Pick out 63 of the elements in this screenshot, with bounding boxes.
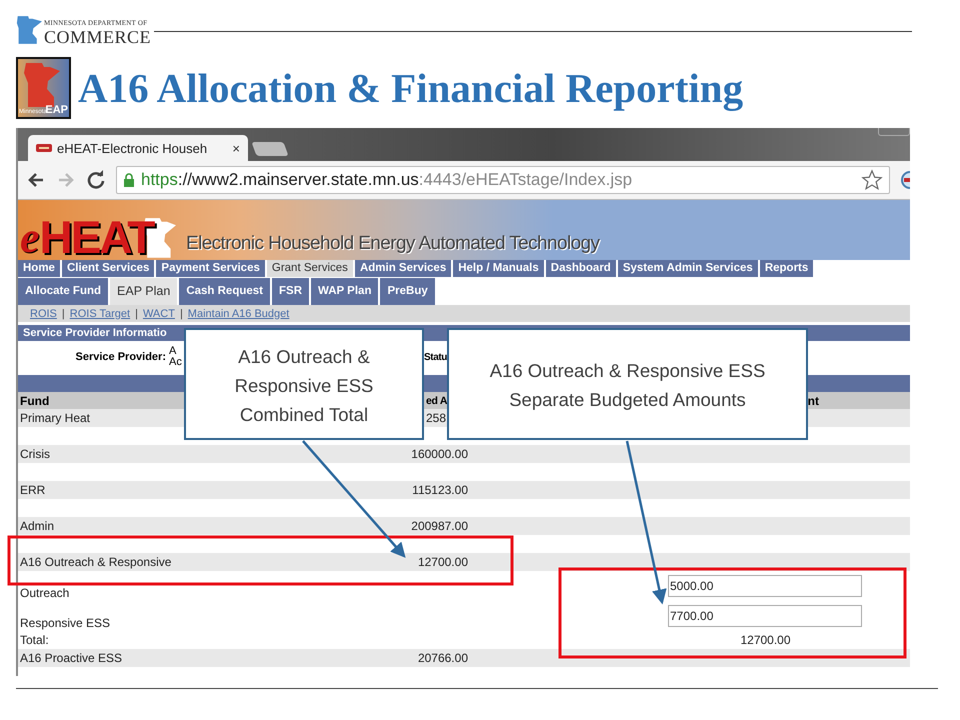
nav-tab[interactable]: Reports bbox=[760, 260, 814, 277]
favicon-icon bbox=[36, 144, 52, 152]
table-cell: 12700.00 bbox=[740, 633, 791, 647]
nav-tab[interactable]: Payment Services bbox=[156, 260, 265, 277]
input-field[interactable]: 5000.00 bbox=[668, 575, 862, 597]
table-cell: Crisis bbox=[20, 447, 50, 461]
subnav-tab[interactable]: FSR bbox=[272, 278, 309, 305]
table-cell: 258 bbox=[426, 411, 446, 425]
table-cell: Admin bbox=[20, 519, 54, 533]
table-cell: 20766.00 bbox=[418, 651, 468, 665]
site-tagline: Electronic Household Energy Automated Technology bbox=[186, 233, 600, 255]
subnav-tab[interactable]: EAP Plan bbox=[110, 278, 178, 305]
link-separator: | bbox=[135, 308, 138, 320]
nav-tab[interactable]: Grant Services bbox=[266, 260, 353, 277]
nav-tab[interactable]: Dashboard bbox=[546, 260, 616, 277]
page-link[interactable]: Maintain A16 Budget bbox=[188, 308, 290, 320]
new-tab-button[interactable] bbox=[251, 142, 289, 156]
field-value: A bbox=[169, 346, 176, 357]
table-cell: 115123.00 bbox=[412, 483, 468, 497]
state-map-icon bbox=[16, 14, 42, 46]
table-cell: 12700.00 bbox=[418, 555, 468, 569]
address-bar[interactable]: https://www2.mainserver.state.mn.us:4443/eHEATstage/Index.jsp bbox=[116, 166, 890, 194]
organization-name: COMMERCE bbox=[44, 28, 152, 46]
field-label: Service Provider: bbox=[74, 351, 167, 363]
field-value: Ac bbox=[169, 357, 182, 368]
column-header: ed A bbox=[426, 394, 448, 406]
subnav-tab[interactable]: Cash Request bbox=[179, 278, 270, 305]
reload-icon[interactable] bbox=[86, 170, 106, 190]
table-cell: Primary Heat bbox=[20, 411, 90, 425]
link-separator: | bbox=[62, 308, 65, 320]
table-cell: Total: bbox=[20, 633, 49, 647]
table-cell: Outreach bbox=[20, 586, 70, 600]
subnav-tab[interactable]: WAP Plan bbox=[311, 278, 378, 305]
table-cell: A16 Proactive ESS bbox=[20, 651, 122, 665]
nav-tab[interactable]: System Admin Services bbox=[618, 260, 758, 277]
lock-icon bbox=[123, 173, 135, 187]
input-field[interactable]: 7700.00 bbox=[668, 605, 862, 627]
nav-tab[interactable]: Home bbox=[18, 260, 60, 277]
star-icon[interactable] bbox=[861, 169, 883, 191]
nav-tab[interactable]: Help / Manuals bbox=[453, 260, 544, 277]
column-header: nt bbox=[808, 394, 819, 408]
callout-text: A16 Outreach & Responsive ESS Combined Total bbox=[234, 345, 374, 427]
table-cell: A16 Outreach & Responsive bbox=[20, 555, 172, 569]
browser-tab[interactable]: eHEAT-Electronic Househ × bbox=[28, 135, 248, 161]
callout-text: A16 Outreach & Responsive ESS Separate Budgeted Amounts bbox=[490, 359, 766, 412]
table-cell: Responsive ESS bbox=[20, 616, 110, 630]
page-link[interactable]: ROIS Target bbox=[70, 308, 130, 320]
subnav-tab[interactable]: Allocate Fund bbox=[18, 278, 108, 305]
close-tab-button[interactable]: × bbox=[232, 140, 240, 156]
link-separator: | bbox=[180, 308, 183, 320]
column-header: Fund bbox=[19, 394, 50, 408]
section-title: Service Provider Informatio bbox=[23, 327, 167, 339]
page-link[interactable]: ROIS bbox=[30, 308, 57, 320]
table-cell: 200987.00 bbox=[411, 519, 468, 533]
subnav-tab[interactable]: PreBuy bbox=[380, 278, 435, 305]
slide-title: A16 Allocation & Financial Reporting bbox=[78, 64, 744, 112]
nav-tab[interactable]: Admin Services bbox=[354, 260, 452, 277]
nav-tab[interactable]: Client Services bbox=[62, 260, 154, 277]
table-cell: 160000.00 bbox=[411, 447, 468, 461]
field-label: Statu bbox=[424, 352, 448, 362]
extension-icon[interactable] bbox=[900, 170, 910, 190]
table-cell: ERR bbox=[20, 483, 46, 497]
page-link[interactable]: WACT bbox=[142, 308, 175, 320]
